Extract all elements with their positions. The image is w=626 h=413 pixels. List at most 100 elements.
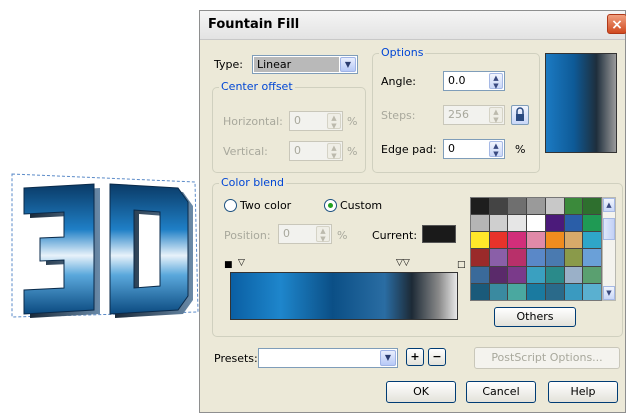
palette-swatch[interactable] [583, 198, 601, 215]
palette-swatch[interactable] [508, 249, 527, 266]
palette-swatch[interactable] [508, 198, 527, 215]
chevron-down-icon[interactable]: ▼ [380, 350, 396, 366]
ok-button[interactable]: OK [386, 381, 456, 403]
palette-swatch[interactable] [527, 215, 545, 232]
spin-arrows-icon[interactable]: ▲ ▼ [489, 73, 503, 90]
palette-swatch[interactable] [564, 283, 583, 300]
start-marker[interactable]: ■ [224, 261, 233, 270]
close-button[interactable]: × [607, 14, 626, 34]
gradient-bar[interactable] [230, 272, 458, 320]
palette-swatch[interactable] [489, 215, 508, 232]
position-spinner[interactable]: 0 ▲ ▼ [278, 224, 332, 244]
lock-icon[interactable] [511, 105, 529, 125]
palette-swatch[interactable] [583, 249, 601, 266]
vertical-label: Vertical: [223, 145, 268, 158]
edge-pad-value: 0 [448, 142, 455, 155]
options-title: Options [379, 46, 426, 59]
vertical-spinner[interactable]: 0 ▲ ▼ [289, 141, 343, 161]
others-button[interactable]: Others [494, 307, 576, 327]
palette-swatch[interactable] [527, 198, 545, 215]
palette-swatch[interactable] [583, 215, 601, 232]
spin-arrows-icon[interactable]: ▲ ▼ [327, 113, 341, 130]
palette-swatch[interactable] [508, 266, 527, 283]
cancel-button[interactable]: Cancel [466, 381, 536, 403]
remove-preset-icon[interactable]: − [428, 348, 446, 366]
palette-swatch[interactable] [545, 198, 564, 215]
position-unit: % [337, 229, 348, 242]
palette-swatch[interactable] [489, 249, 508, 266]
palette-swatch[interactable] [489, 266, 508, 283]
two-color-radio[interactable] [224, 199, 237, 212]
horizontal-label: Horizontal: [223, 115, 283, 128]
spin-arrows-icon[interactable]: ▲ ▼ [489, 107, 503, 124]
fill-preview [545, 53, 617, 153]
palette-swatch[interactable] [564, 198, 583, 215]
palette-swatch[interactable] [527, 266, 545, 283]
palette-swatch[interactable] [527, 249, 545, 266]
chevron-down-icon[interactable]: ▼ [340, 57, 356, 72]
angle-spinner[interactable]: 0.0 ▲ ▼ [443, 71, 505, 91]
palette-swatch[interactable] [471, 249, 489, 266]
horizontal-spinner[interactable]: 0 ▲ ▼ [289, 111, 343, 131]
presets-select-value [260, 350, 379, 366]
fountain-fill-dialog: Fountain Fill × Type: Linear ▼ Center of… [199, 10, 626, 413]
spin-arrows-icon[interactable]: ▲ ▼ [316, 226, 330, 243]
type-select[interactable]: Linear ▼ [252, 55, 358, 74]
palette-swatch[interactable] [471, 198, 489, 215]
palette-swatch[interactable] [564, 232, 583, 249]
custom-radio[interactable] [324, 199, 337, 212]
help-button[interactable]: Help [548, 381, 618, 403]
palette-swatch[interactable] [471, 215, 489, 232]
steps-spinner[interactable]: 256 ▲ ▼ [443, 105, 505, 125]
current-color-swatch[interactable] [422, 225, 456, 243]
center-offset-group: Center offset Horizontal: 0 ▲ ▼ % Vertica… [212, 80, 366, 173]
palette-swatch[interactable] [471, 266, 489, 283]
palette-swatch[interactable] [545, 283, 564, 300]
dialog-title: Fountain Fill [208, 17, 300, 32]
spin-arrows-icon[interactable]: ▲ ▼ [489, 141, 503, 158]
color-palette[interactable] [470, 197, 602, 301]
end-marker[interactable]: □ [457, 261, 466, 270]
palette-swatch[interactable] [489, 283, 508, 300]
palette-swatch[interactable] [508, 283, 527, 300]
palette-swatch[interactable] [545, 232, 564, 249]
palette-swatch[interactable] [471, 232, 489, 249]
title-bar[interactable]: Fountain Fill × [200, 11, 626, 40]
palette-swatch[interactable] [564, 215, 583, 232]
palette-swatch[interactable] [508, 232, 527, 249]
triangle-marker-icon[interactable]: ▽ [238, 259, 245, 268]
palette-swatch[interactable] [489, 232, 508, 249]
palette-swatch[interactable] [564, 249, 583, 266]
scroll-thumb[interactable] [603, 218, 615, 240]
palette-swatch[interactable] [508, 215, 527, 232]
palette-swatch[interactable] [564, 266, 583, 283]
palette-swatch[interactable] [489, 198, 508, 215]
palette-swatch[interactable] [527, 283, 545, 300]
position-label: Position: [224, 229, 271, 242]
edge-pad-spinner[interactable]: 0 ▲ ▼ [443, 139, 505, 159]
palette-swatch[interactable] [583, 232, 601, 249]
postscript-options-button[interactable]: PostScript Options... [474, 347, 620, 369]
3d-text-artwork[interactable] [10, 172, 200, 322]
horizontal-unit: % [347, 115, 358, 128]
center-offset-title: Center offset [219, 80, 295, 93]
palette-swatch[interactable] [545, 249, 564, 266]
add-preset-icon[interactable]: + [406, 348, 424, 366]
palette-swatch[interactable] [471, 283, 489, 300]
palette-swatch[interactable] [545, 266, 564, 283]
palette-swatch[interactable] [527, 232, 545, 249]
vertical-value: 0 [294, 144, 301, 157]
palette-swatch[interactable] [583, 266, 601, 283]
palette-scrollbar[interactable]: ▲ ▼ [602, 197, 616, 301]
palette-swatch[interactable] [583, 283, 601, 300]
triangle-marker-icon[interactable]: ▽▽ [396, 259, 410, 268]
scroll-down-icon[interactable]: ▼ [603, 286, 615, 300]
scroll-up-icon[interactable]: ▲ [603, 198, 615, 212]
spin-arrows-icon[interactable]: ▲ ▼ [327, 143, 341, 160]
presets-select[interactable]: ▼ [258, 348, 398, 368]
presets-label: Presets: [214, 352, 258, 365]
edge-pad-label: Edge pad: [381, 143, 437, 156]
current-label: Current: [372, 229, 418, 242]
palette-swatch[interactable] [545, 215, 564, 232]
position-value: 0 [283, 227, 290, 240]
